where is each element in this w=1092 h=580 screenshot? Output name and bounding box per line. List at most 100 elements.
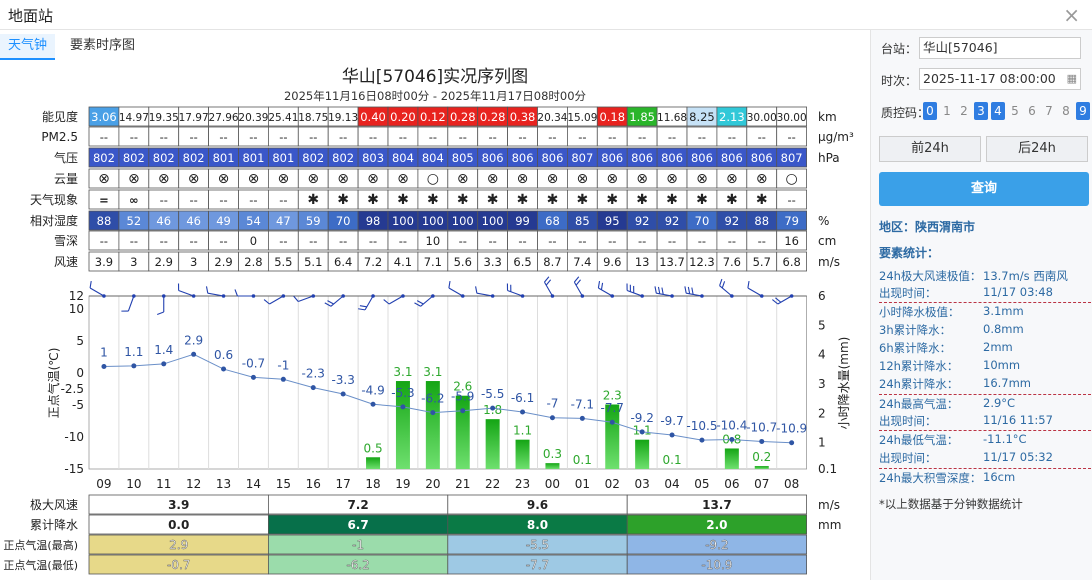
table-cell-value: 8.7: [543, 255, 561, 269]
stat-value: 11/16 11:57: [983, 413, 1053, 427]
temperature-label: -10.5: [686, 419, 717, 433]
table-cell-value: 54: [246, 214, 261, 228]
rain-bar: [545, 463, 560, 469]
table-cell-value: 806: [482, 151, 504, 165]
table-cell-value: ⊗: [218, 171, 230, 187]
x-tick-label: 15: [276, 477, 291, 491]
table-cell-value: --: [249, 130, 257, 144]
station-input[interactable]: 华山[57046]: [919, 37, 1081, 59]
stat-label: 出现时间：: [879, 414, 937, 428]
table-cell-value: 19.35: [149, 112, 179, 124]
table-cell-value: 30.00: [747, 112, 777, 124]
stat-label: 24h累计降水：: [879, 377, 959, 391]
stat-row: 出现时间： 11/17 05:32: [879, 450, 1091, 468]
table-cell-value: --: [698, 130, 706, 144]
table-cell-value: 7.4: [573, 255, 591, 269]
stat-value: 16cm: [983, 470, 1016, 484]
close-icon[interactable]: ×: [1063, 3, 1080, 27]
table-cell-value: 92: [725, 214, 740, 228]
table-cell-value: 59: [306, 214, 321, 228]
table-cell-value: 13: [635, 255, 650, 269]
table-cell-value: ⊗: [337, 171, 349, 187]
table-cell-value: --: [189, 193, 197, 207]
y-tick-label: -2.5: [61, 382, 84, 396]
query-button[interactable]: 查询: [879, 172, 1089, 206]
table-cell-value: --: [279, 130, 287, 144]
x-tick-label: 01: [575, 477, 590, 491]
table-cell-value: 3.9: [95, 255, 113, 269]
weather-chart: 能见度 km3.06 14.97 19.35 17.97 27.96 20.39 25.41 1…: [3, 106, 854, 575]
qc-code-4[interactable]: 4: [991, 102, 1005, 120]
calendar-icon[interactable]: ▦: [1067, 69, 1077, 89]
rain-bar: [724, 448, 739, 469]
wind-barb-dot: [520, 294, 525, 298]
table-cell-value: 49: [216, 214, 231, 228]
table-cell-value: --: [548, 130, 556, 144]
table-cell-value: --: [339, 130, 347, 144]
summary-unit: mm: [818, 518, 841, 532]
qc-code-6[interactable]: 6: [1025, 102, 1039, 120]
table-cell-value: 46: [156, 214, 171, 228]
qc-code-9[interactable]: 9: [1076, 102, 1090, 120]
temperature-label: 2.9: [184, 333, 203, 347]
table-cell-value: --: [369, 234, 377, 248]
prev-24h-button[interactable]: 前24h: [879, 136, 981, 162]
qc-label: 质控码：: [881, 106, 930, 120]
region-label: 地区：陕西渭南市: [879, 220, 976, 234]
qc-code-5[interactable]: 5: [1008, 102, 1022, 120]
summary-value: -7.7: [526, 558, 549, 572]
row-unit: μg/m³: [818, 130, 854, 144]
table-cell-value: 10: [426, 234, 441, 248]
stat-row: 小时降水极值： 3.1mm: [879, 304, 1091, 322]
temperature-label: -3.3: [331, 373, 354, 387]
row-unit: %: [818, 214, 829, 228]
table-cell-value: --: [399, 130, 407, 144]
time-input[interactable]: 2025-11-17 08:00:00 ▦: [919, 68, 1081, 90]
table-cell-value: 1.85: [629, 110, 655, 124]
table-cell-value: 2.9: [155, 255, 173, 269]
qc-code-3[interactable]: 3: [974, 102, 988, 120]
x-tick-label: 09: [96, 477, 111, 491]
table-cell-value: --: [578, 234, 586, 248]
table-cell-value: ⊗: [487, 171, 499, 187]
table-cell-value: ✱: [547, 192, 559, 208]
stats-note: *以上数据基于分钟数据统计: [879, 497, 1023, 511]
wind-barb-dot: [311, 294, 316, 298]
x-tick-label: 12: [186, 477, 201, 491]
wind-barb-dot: [700, 294, 704, 298]
x-tick-label: 13: [216, 477, 231, 491]
table-cell-value: 46: [186, 214, 201, 228]
table-cell-value: --: [518, 130, 526, 144]
temperature-point: [639, 429, 645, 435]
table-cell-value: --: [160, 130, 168, 144]
table-cell-value: ✱: [367, 192, 379, 208]
summary-value: 8.0: [527, 518, 548, 532]
qc-code-2[interactable]: 2: [957, 102, 971, 120]
wind-barb-dot: [460, 294, 465, 298]
temperature-point: [400, 404, 406, 410]
x-tick-label: 23: [515, 477, 530, 491]
table-cell-value: 17.97: [179, 112, 209, 124]
table-cell-value: ✱: [606, 192, 618, 208]
stat-value: 0.8mm: [983, 322, 1024, 336]
wind-barb-dot: [132, 294, 136, 298]
summary-value: 13.7: [702, 498, 732, 512]
table-cell-value: 802: [153, 151, 175, 165]
table-cell-value: --: [459, 130, 467, 144]
qc-code-1[interactable]: 1: [940, 102, 954, 120]
rain-label: 0.2: [752, 450, 771, 464]
wind-barb: [506, 283, 523, 297]
qc-code-7[interactable]: 7: [1042, 102, 1056, 120]
table-cell-value: 0.18: [599, 110, 625, 124]
y2-tick-label: 2: [818, 406, 826, 420]
table-cell-value: --: [728, 234, 736, 248]
next-24h-button[interactable]: 后24h: [986, 136, 1088, 162]
stat-row: 24h最低气温： -11.1°C: [879, 432, 1091, 450]
x-tick-label: 00: [545, 477, 560, 491]
qc-code-8[interactable]: 8: [1059, 102, 1073, 120]
table-cell-value: 806: [541, 151, 563, 165]
qc-code-0[interactable]: 0: [923, 102, 937, 120]
x-tick-label: 17: [336, 477, 351, 491]
table-cell-value: --: [309, 234, 317, 248]
table-cell-value: --: [219, 193, 227, 207]
